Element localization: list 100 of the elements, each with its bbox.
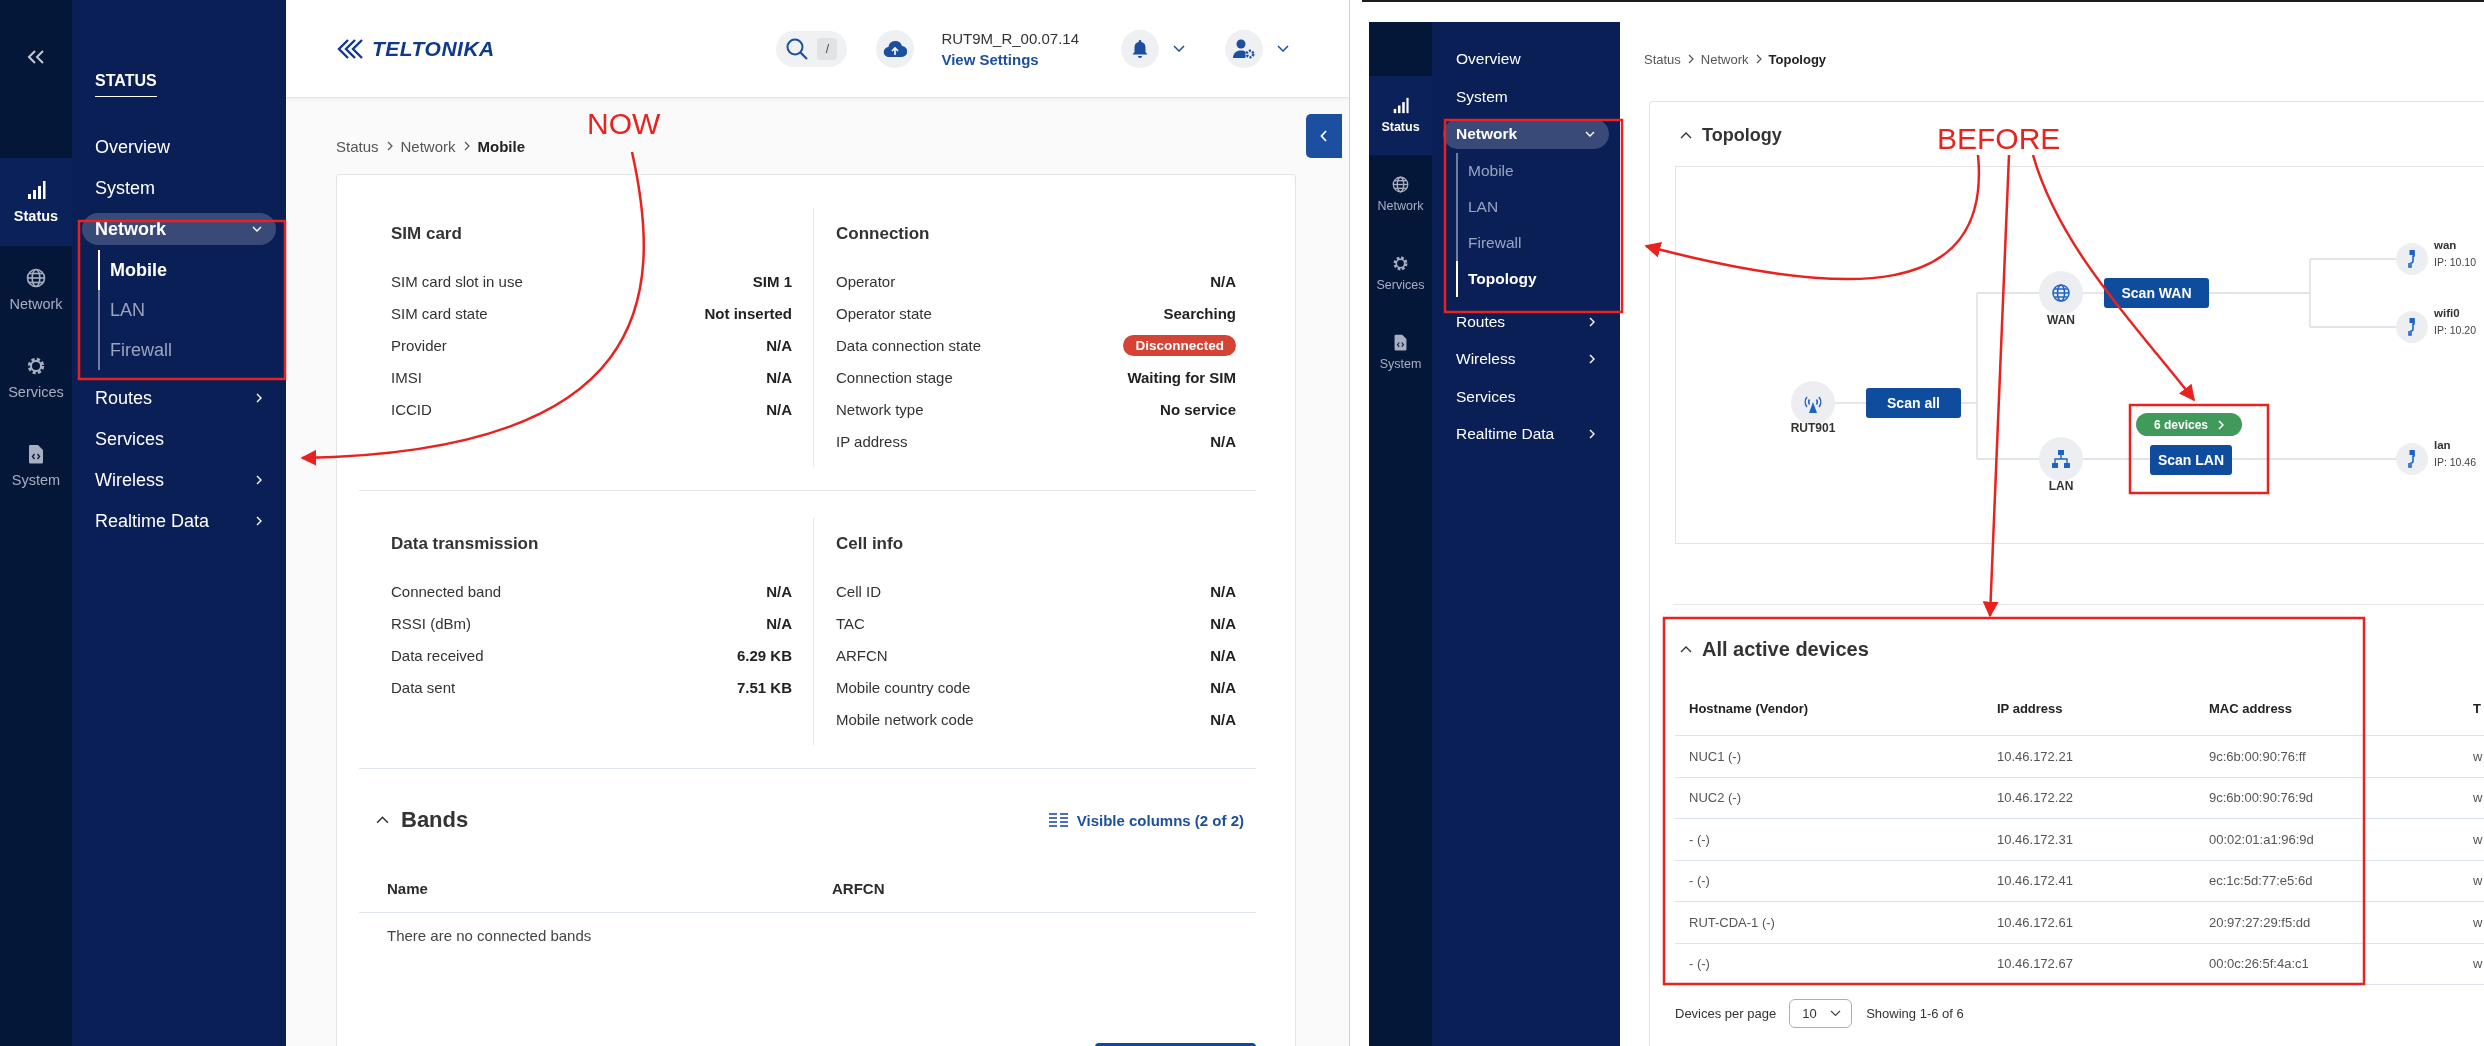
table-cell-text: 9c:6b:00:90:76:ff bbox=[2208, 748, 2307, 764]
per-page-select[interactable]: 10 bbox=[1789, 998, 1853, 1028]
status-badge: Disconnected bbox=[1123, 334, 1236, 356]
nav-title: STATUS bbox=[95, 66, 157, 97]
breadcrumb-item[interactable]: Network bbox=[400, 137, 456, 155]
table-cell-text: ec:1c:5d:77:e5:6d bbox=[2208, 873, 2314, 889]
annotation-label: NOW bbox=[587, 107, 661, 141]
field-label: Connection stage bbox=[836, 368, 953, 386]
column-header: T bbox=[2472, 701, 2482, 716]
interface-name: wifi0 bbox=[2434, 307, 2460, 319]
nav-item[interactable]: Routes bbox=[82, 382, 276, 414]
field-value: N/A bbox=[1210, 646, 1236, 664]
interface-ip: IP: 10.10 bbox=[2434, 256, 2477, 268]
table-cell-text: w bbox=[2472, 873, 2484, 889]
breadcrumb-item[interactable]: Status bbox=[336, 137, 379, 155]
node-label: RUT901 bbox=[1789, 421, 1837, 435]
field-value: N/A bbox=[766, 336, 792, 354]
view-settings-link[interactable]: View Settings bbox=[941, 48, 1079, 70]
field-value: Not inserted bbox=[704, 304, 792, 322]
field-label: Mobile country code bbox=[836, 678, 971, 696]
search-button[interactable]: / bbox=[776, 30, 848, 67]
showing-count: Showing 1-6 of 6 bbox=[1866, 1005, 1964, 1021]
field-label: IMSI bbox=[391, 368, 422, 386]
section-title: Data transmission bbox=[391, 533, 540, 555]
table-cell-text: 00:0c:26:5f:4a:c1 bbox=[2208, 956, 2310, 972]
rail-item[interactable]: System bbox=[1369, 313, 1432, 392]
field-label: TAC bbox=[836, 614, 865, 632]
nav-item[interactable]: Services bbox=[1443, 381, 1609, 412]
table-cell-text: w bbox=[2472, 748, 2484, 764]
rail-item[interactable]: System bbox=[0, 422, 72, 510]
scan-button[interactable]: Scan WAN bbox=[2104, 278, 2209, 308]
field-value: N/A bbox=[1210, 582, 1236, 600]
rail-item[interactable]: Services bbox=[0, 334, 72, 422]
table-cell-text: 00:02:01:a1:96:9d bbox=[2208, 831, 2315, 847]
field-label: Operator bbox=[836, 272, 896, 290]
table-cell-text: 20:97:27:29:f5:dd bbox=[2208, 914, 2312, 930]
devices-badge[interactable]: 6 devices bbox=[2136, 413, 2242, 436]
shortcut-key: / bbox=[817, 37, 838, 60]
field-value: Searching bbox=[1163, 304, 1236, 322]
table-cell-text: 10.46.172.22 bbox=[1996, 790, 2074, 806]
field-label: Provider bbox=[391, 336, 447, 354]
table-cell-text: 10.46.172.41 bbox=[1996, 873, 2074, 889]
breadcrumb-item[interactable]: Mobile bbox=[477, 137, 526, 155]
rail-item[interactable]: Services bbox=[1369, 234, 1432, 313]
nav-item[interactable]: Network bbox=[82, 213, 276, 245]
annotation-label: BEFORE bbox=[1937, 122, 2061, 156]
rail-item[interactable]: Network bbox=[0, 246, 72, 334]
nav-item[interactable]: System bbox=[82, 172, 276, 204]
breadcrumb-item[interactable]: Network bbox=[1700, 51, 1749, 67]
table-cell-text: w bbox=[2472, 790, 2484, 806]
field-value: N/A bbox=[766, 400, 792, 418]
field-label: Cell ID bbox=[836, 582, 881, 600]
field-value: SIM 1 bbox=[752, 272, 792, 290]
nav-item[interactable]: Wireless bbox=[1443, 344, 1609, 374]
column-header: MAC address bbox=[2208, 701, 2294, 716]
empty-message: There are no connected bands bbox=[387, 926, 592, 944]
section-title: Topology bbox=[1702, 124, 1782, 146]
breadcrumb-item[interactable]: Topology bbox=[1768, 51, 1827, 67]
rail-item[interactable]: Status bbox=[0, 158, 72, 246]
interface-ip: IP: 10.46 bbox=[2434, 456, 2477, 468]
table-cell-text: - (-) bbox=[1688, 831, 1711, 847]
field-value: N/A bbox=[766, 368, 792, 386]
nav-item[interactable]: System bbox=[1443, 81, 1609, 112]
scan-button[interactable]: Scan LAN bbox=[2150, 445, 2232, 475]
field-value: N/A bbox=[1210, 272, 1236, 290]
field-label: ICCID bbox=[391, 400, 432, 418]
table-cell-text: - (-) bbox=[1688, 956, 1711, 972]
field-label: Network type bbox=[836, 400, 924, 418]
section-title: Bands bbox=[401, 807, 469, 833]
nav-item[interactable]: Wireless bbox=[82, 464, 276, 496]
breadcrumb-item[interactable]: Status bbox=[1644, 51, 1681, 67]
field-value: Waiting for SIM bbox=[1127, 368, 1236, 386]
field-label: ARFCN bbox=[836, 646, 888, 664]
nav-item[interactable]: Realtime Data bbox=[82, 505, 276, 537]
visible-columns-link[interactable]: Visible columns (2 of 2) bbox=[1048, 811, 1244, 829]
section-title: Connection bbox=[836, 223, 931, 245]
field-label: RSSI (dBm) bbox=[391, 614, 471, 632]
table-cell-text: NUC2 (-) bbox=[1688, 790, 1742, 806]
nav-item[interactable]: Realtime Data bbox=[1443, 419, 1609, 449]
scan-button[interactable]: Scan all bbox=[1866, 388, 1961, 418]
field-label: Operator state bbox=[836, 304, 932, 322]
nav-item[interactable]: Overview bbox=[1443, 44, 1609, 74]
table-cell-text: w bbox=[2472, 956, 2484, 972]
table-cell-text: 10.46.172.67 bbox=[1996, 956, 2074, 972]
column-header: Name bbox=[387, 880, 429, 897]
nav-item[interactable]: Services bbox=[82, 423, 276, 455]
rail-item[interactable]: Status bbox=[1369, 76, 1432, 155]
table-cell-text: w bbox=[2472, 914, 2484, 930]
section-title: Cell info bbox=[836, 533, 905, 555]
field-value: 6.29 KB bbox=[736, 646, 792, 664]
table-cell-text: 10.46.172.31 bbox=[1996, 831, 2074, 847]
interface-name: wan bbox=[2434, 239, 2457, 251]
field-label: Data connection state bbox=[836, 336, 982, 354]
nav-item[interactable]: Overview bbox=[82, 131, 276, 163]
per-page-label: Devices per page bbox=[1675, 1005, 1777, 1021]
rail-item[interactable]: Network bbox=[1369, 155, 1432, 234]
field-value: N/A bbox=[1210, 614, 1236, 632]
nav-item[interactable]: Network bbox=[1443, 119, 1609, 149]
nav-item[interactable]: Routes bbox=[1443, 306, 1609, 337]
column-header: IP address bbox=[1996, 701, 2064, 716]
